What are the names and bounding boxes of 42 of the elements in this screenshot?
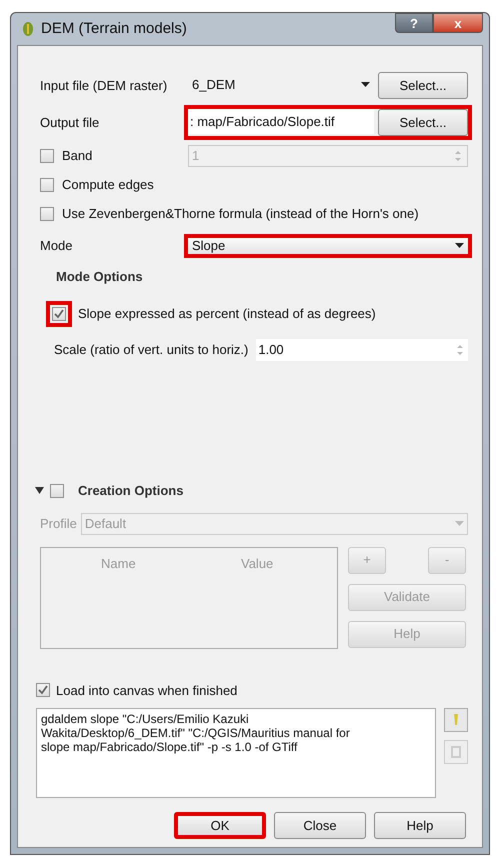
command-line: slope map/Fabricado/Slope.tif" -p -s 1.0 -of GTiff (41, 740, 298, 754)
field-label: Profile (40, 514, 77, 533)
field-label: Scale (ratio of vert. units to horiz.) (54, 340, 248, 359)
input-file-combo[interactable]: 6_DEM (188, 72, 374, 97)
dropdown-caret-icon (455, 243, 464, 248)
dialog-button[interactable]: Help (374, 812, 466, 839)
push-button[interactable]: Select... (378, 72, 468, 99)
dropdown-caret-icon (361, 82, 370, 87)
window-close-button[interactable]: x (433, 13, 483, 33)
output-file-field[interactable]: : map/Fabricado/Slope.tif (188, 109, 374, 134)
column-header: Value (241, 554, 274, 572)
option-checkbox[interactable] (40, 178, 54, 192)
expand-toggle-icon[interactable] (34, 486, 44, 496)
checkbox-label: Band (62, 147, 92, 166)
dropdown-caret-icon (455, 521, 464, 526)
creation-options-checkbox[interactable] (50, 484, 64, 498)
load-checkbox[interactable] (36, 683, 50, 698)
percent-checkbox[interactable] (52, 306, 66, 320)
field-label: Mode (40, 236, 74, 255)
check-icon (54, 308, 64, 318)
dialog-button[interactable]: OK (174, 812, 266, 839)
window-title: DEM (Terrain models) (41, 18, 188, 39)
check-icon (38, 685, 48, 696)
field-label: Input file (DEM raster) (40, 76, 168, 95)
field-label: Output file (40, 114, 100, 132)
help-button[interactable]: ? (395, 13, 433, 33)
checkbox-label: Load into canvas when finished (56, 682, 238, 700)
command-line: Wakita/Desktop/6_DEM.tif" "C:/QGIS/Mauritius manual for (41, 726, 351, 740)
scale-spinbox[interactable]: 1.00 (256, 338, 468, 360)
checkbox-label: Slope expressed as percent (instead of as degrees) (78, 304, 376, 323)
checkbox-label: Compute edges (62, 176, 154, 194)
app-logo-icon (21, 21, 35, 37)
column-header: Name (100, 554, 137, 572)
command-text-area[interactable]: gdaldem slope "C:/Users/Emilio Kazuki Wakita/Desktop/6_DEM.tif" "C:/QGIS/Mauritius manual for slope map/Fabricado/Slope.tif" -p -s 1.0 -of GTiff (36, 708, 436, 798)
mode-combo[interactable]: Slope (184, 234, 472, 258)
checkbox-label: Use Zevenbergen&Thorne formula (instead of the Horn's one) (62, 205, 419, 224)
push-button[interactable]: Select... (378, 109, 468, 136)
command-line: gdaldem slope "C:/Users/Emilio Kazuki (41, 712, 250, 726)
dialog-button[interactable]: Close (274, 812, 366, 839)
option-checkbox[interactable] (40, 207, 54, 221)
group-title: Mode Options (56, 268, 144, 286)
group-title: Creation Options (78, 482, 184, 500)
